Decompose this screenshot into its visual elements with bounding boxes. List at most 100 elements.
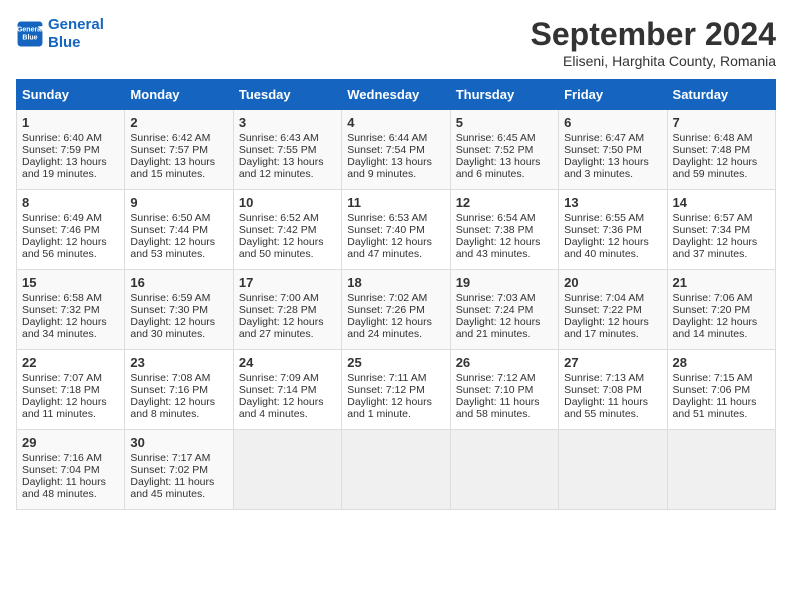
day-info-line: Daylight: 12 hours <box>347 236 444 248</box>
day-info-line: and 11 minutes. <box>22 408 119 420</box>
day-info-line: Sunset: 7:40 PM <box>347 224 444 236</box>
day-info-line: and 53 minutes. <box>130 248 227 260</box>
day-info-line: and 34 minutes. <box>22 328 119 340</box>
day-info-line: Sunrise: 7:08 AM <box>130 372 227 384</box>
calendar-day-cell: 21Sunrise: 7:06 AMSunset: 7:20 PMDayligh… <box>667 270 775 350</box>
calendar-day-cell: 17Sunrise: 7:00 AMSunset: 7:28 PMDayligh… <box>233 270 341 350</box>
day-info-line: and 24 minutes. <box>347 328 444 340</box>
day-info-line: Daylight: 12 hours <box>347 396 444 408</box>
day-number: 17 <box>239 275 336 290</box>
calendar-day-cell: 1Sunrise: 6:40 AMSunset: 7:59 PMDaylight… <box>17 110 125 190</box>
day-info-line: Daylight: 12 hours <box>456 316 553 328</box>
empty-cell <box>342 430 450 510</box>
calendar-day-cell: 30Sunrise: 7:17 AMSunset: 7:02 PMDayligh… <box>125 430 233 510</box>
day-number: 8 <box>22 195 119 210</box>
day-info-line: and 8 minutes. <box>130 408 227 420</box>
day-info-line: Sunset: 7:38 PM <box>456 224 553 236</box>
day-info-line: Daylight: 11 hours <box>22 476 119 488</box>
day-info-line: Sunset: 7:08 PM <box>564 384 661 396</box>
calendar-day-cell: 29Sunrise: 7:16 AMSunset: 7:04 PMDayligh… <box>17 430 125 510</box>
day-info-line: Daylight: 13 hours <box>456 156 553 168</box>
logo-icon: General Blue <box>16 20 44 48</box>
day-number: 6 <box>564 115 661 130</box>
day-info-line: Sunrise: 6:54 AM <box>456 212 553 224</box>
title-area: September 2024 Eliseni, Harghita County,… <box>531 16 776 69</box>
day-info-line: and 48 minutes. <box>22 488 119 500</box>
calendar-table: SundayMondayTuesdayWednesdayThursdayFrid… <box>16 79 776 510</box>
day-info-line: Sunrise: 7:11 AM <box>347 372 444 384</box>
day-info-line: Daylight: 13 hours <box>22 156 119 168</box>
day-info-line: and 27 minutes. <box>239 328 336 340</box>
day-info-line: Daylight: 11 hours <box>673 396 770 408</box>
day-info-line: and 1 minute. <box>347 408 444 420</box>
day-info-line: Daylight: 13 hours <box>564 156 661 168</box>
calendar-day-cell: 10Sunrise: 6:52 AMSunset: 7:42 PMDayligh… <box>233 190 341 270</box>
day-info-line: Daylight: 12 hours <box>130 316 227 328</box>
day-info-line: Daylight: 12 hours <box>22 236 119 248</box>
day-info-line: and 50 minutes. <box>239 248 336 260</box>
day-number: 18 <box>347 275 444 290</box>
day-info-line: Sunset: 7:55 PM <box>239 144 336 156</box>
day-number: 12 <box>456 195 553 210</box>
day-info-line: Sunset: 7:14 PM <box>239 384 336 396</box>
calendar-day-cell: 6Sunrise: 6:47 AMSunset: 7:50 PMDaylight… <box>559 110 667 190</box>
calendar-day-cell: 13Sunrise: 6:55 AMSunset: 7:36 PMDayligh… <box>559 190 667 270</box>
day-info-line: Sunrise: 6:57 AM <box>673 212 770 224</box>
day-number: 1 <box>22 115 119 130</box>
day-info-line: and 14 minutes. <box>673 328 770 340</box>
day-number: 27 <box>564 355 661 370</box>
calendar-day-cell: 15Sunrise: 6:58 AMSunset: 7:32 PMDayligh… <box>17 270 125 350</box>
calendar-day-cell: 11Sunrise: 6:53 AMSunset: 7:40 PMDayligh… <box>342 190 450 270</box>
day-info-line: and 3 minutes. <box>564 168 661 180</box>
day-info-line: Sunrise: 7:17 AM <box>130 452 227 464</box>
day-number: 24 <box>239 355 336 370</box>
calendar-day-cell: 28Sunrise: 7:15 AMSunset: 7:06 PMDayligh… <box>667 350 775 430</box>
day-info-line: Sunset: 7:46 PM <box>22 224 119 236</box>
day-info-line: Sunset: 7:28 PM <box>239 304 336 316</box>
day-info-line: Sunset: 7:16 PM <box>130 384 227 396</box>
day-info-line: Daylight: 12 hours <box>22 396 119 408</box>
day-number: 11 <box>347 195 444 210</box>
day-info-line: and 15 minutes. <box>130 168 227 180</box>
day-info-line: Sunset: 7:26 PM <box>347 304 444 316</box>
calendar-day-cell: 5Sunrise: 6:45 AMSunset: 7:52 PMDaylight… <box>450 110 558 190</box>
day-info-line: Daylight: 12 hours <box>564 316 661 328</box>
day-info-line: Sunset: 7:10 PM <box>456 384 553 396</box>
day-number: 26 <box>456 355 553 370</box>
calendar-day-cell: 2Sunrise: 6:42 AMSunset: 7:57 PMDaylight… <box>125 110 233 190</box>
day-info-line: Sunset: 7:20 PM <box>673 304 770 316</box>
day-number: 7 <box>673 115 770 130</box>
day-info-line: Sunrise: 7:16 AM <box>22 452 119 464</box>
day-info-line: Sunrise: 7:02 AM <box>347 292 444 304</box>
day-info-line: Sunset: 7:54 PM <box>347 144 444 156</box>
day-info-line: Sunrise: 7:09 AM <box>239 372 336 384</box>
calendar-day-cell: 9Sunrise: 6:50 AMSunset: 7:44 PMDaylight… <box>125 190 233 270</box>
day-number: 20 <box>564 275 661 290</box>
day-info-line: Sunset: 7:42 PM <box>239 224 336 236</box>
day-info-line: Daylight: 12 hours <box>239 236 336 248</box>
day-info-line: and 58 minutes. <box>456 408 553 420</box>
empty-cell <box>559 430 667 510</box>
day-info-line: and 4 minutes. <box>239 408 336 420</box>
day-info-line: Daylight: 12 hours <box>673 316 770 328</box>
day-info-line: Sunrise: 6:47 AM <box>564 132 661 144</box>
day-header-monday: Monday <box>125 80 233 110</box>
calendar-day-cell: 20Sunrise: 7:04 AMSunset: 7:22 PMDayligh… <box>559 270 667 350</box>
day-info-line: Sunset: 7:59 PM <box>22 144 119 156</box>
day-header-wednesday: Wednesday <box>342 80 450 110</box>
day-info-line: Daylight: 13 hours <box>130 156 227 168</box>
day-info-line: Sunrise: 7:12 AM <box>456 372 553 384</box>
day-number: 25 <box>347 355 444 370</box>
day-info-line: Daylight: 12 hours <box>130 396 227 408</box>
calendar-day-cell: 22Sunrise: 7:07 AMSunset: 7:18 PMDayligh… <box>17 350 125 430</box>
day-header-thursday: Thursday <box>450 80 558 110</box>
day-number: 4 <box>347 115 444 130</box>
calendar-day-cell: 18Sunrise: 7:02 AMSunset: 7:26 PMDayligh… <box>342 270 450 350</box>
day-info-line: and 55 minutes. <box>564 408 661 420</box>
calendar-day-cell: 12Sunrise: 6:54 AMSunset: 7:38 PMDayligh… <box>450 190 558 270</box>
day-info-line: and 59 minutes. <box>673 168 770 180</box>
calendar-week-row: 22Sunrise: 7:07 AMSunset: 7:18 PMDayligh… <box>17 350 776 430</box>
day-number: 13 <box>564 195 661 210</box>
day-info-line: Daylight: 12 hours <box>239 396 336 408</box>
day-info-line: Daylight: 13 hours <box>347 156 444 168</box>
